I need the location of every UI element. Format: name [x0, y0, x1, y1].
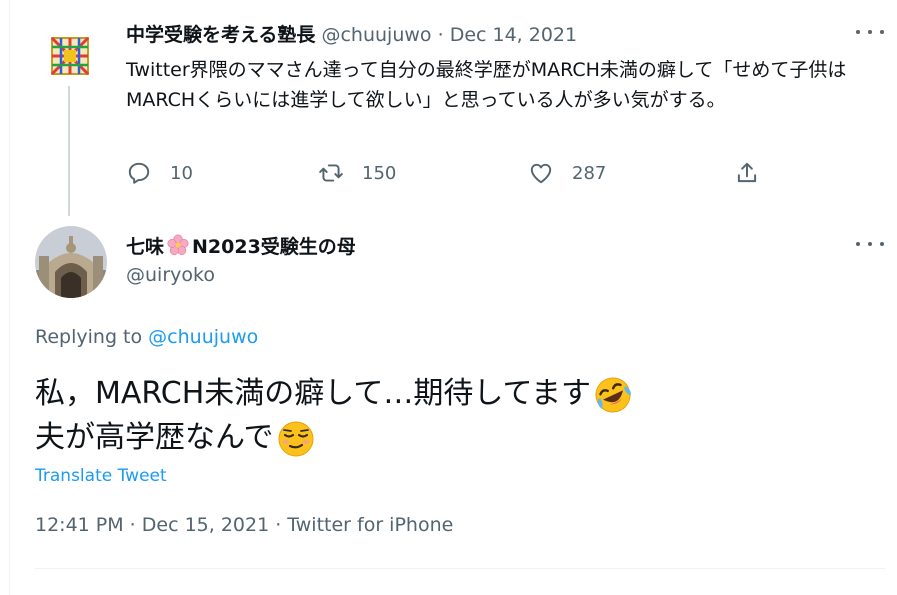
parent-handle[interactable]: @chuujuwo	[321, 24, 431, 46]
reply-name-suffix: N2023受験生の母	[192, 236, 356, 258]
reply-handle[interactable]: @uiryoko	[126, 264, 215, 286]
reply-name-prefix: 七味	[126, 236, 165, 258]
reply-line-2-text: 夫が高学歴なんで	[35, 420, 274, 455]
share-icon	[737, 162, 757, 183]
parent-separator: ·	[437, 24, 444, 46]
parent-action-bar: 10 150 287	[126, 160, 776, 190]
replying-to: Replying to @chuujuwo	[35, 326, 258, 348]
heart-icon	[530, 163, 552, 184]
replying-prefix: Replying to	[35, 326, 143, 348]
reply-more-icon[interactable]	[856, 234, 884, 254]
share-button[interactable]	[734, 160, 760, 186]
reply-line-2: 夫が高学歴なんで	[35, 416, 633, 460]
cherry-blossom-emoji	[167, 234, 189, 255]
replying-handle-link[interactable]: @chuujuwo	[148, 326, 258, 348]
parent-header: 中学受験を考える塾長 @chuujuwo · Dec 14, 2021	[126, 20, 577, 47]
reply-tweet-text: 私，MARCH未満の癖して…期待してます 夫が高学歴なんで	[35, 372, 633, 460]
thread-connector	[68, 86, 70, 216]
reply-line-1: 私，MARCH未満の癖して…期待してます	[35, 372, 633, 416]
parent-tweet-text: Twitter界隈のママさん達って自分の最終学歴がMARCH未満の癖して「せめて…	[126, 59, 847, 111]
parent-date[interactable]: Dec 14, 2021	[450, 24, 577, 46]
reply-count: 10	[170, 162, 193, 184]
like-count: 287	[572, 162, 607, 184]
reply-divider	[35, 568, 885, 569]
reply-line-1-text: 私，MARCH未満の癖して…期待してます	[35, 376, 591, 411]
reply-icon	[128, 162, 150, 184]
reply-display-name[interactable]: 七味 N2023受験生の母	[126, 232, 356, 259]
retweet-count: 150	[362, 162, 397, 184]
retweet-icon	[319, 164, 343, 182]
relieved-emoji	[278, 421, 313, 456]
reply-timestamp[interactable]: 12:41 PM · Dec 15, 2021 · Twitter for iP…	[35, 514, 453, 536]
more-icon[interactable]	[856, 22, 884, 42]
like-button[interactable]: 287	[528, 160, 606, 186]
parent-display-name[interactable]: 中学受験を考える塾長	[126, 24, 315, 46]
reply-avatar[interactable]	[35, 226, 107, 298]
translate-tweet-link[interactable]: Translate Tweet	[35, 466, 167, 486]
parent-avatar[interactable]	[44, 30, 96, 82]
timeline-border	[9, 0, 10, 595]
retweet-button[interactable]: 150	[318, 160, 396, 186]
rofl-emoji	[595, 377, 631, 412]
reply-button[interactable]: 10	[126, 160, 193, 186]
